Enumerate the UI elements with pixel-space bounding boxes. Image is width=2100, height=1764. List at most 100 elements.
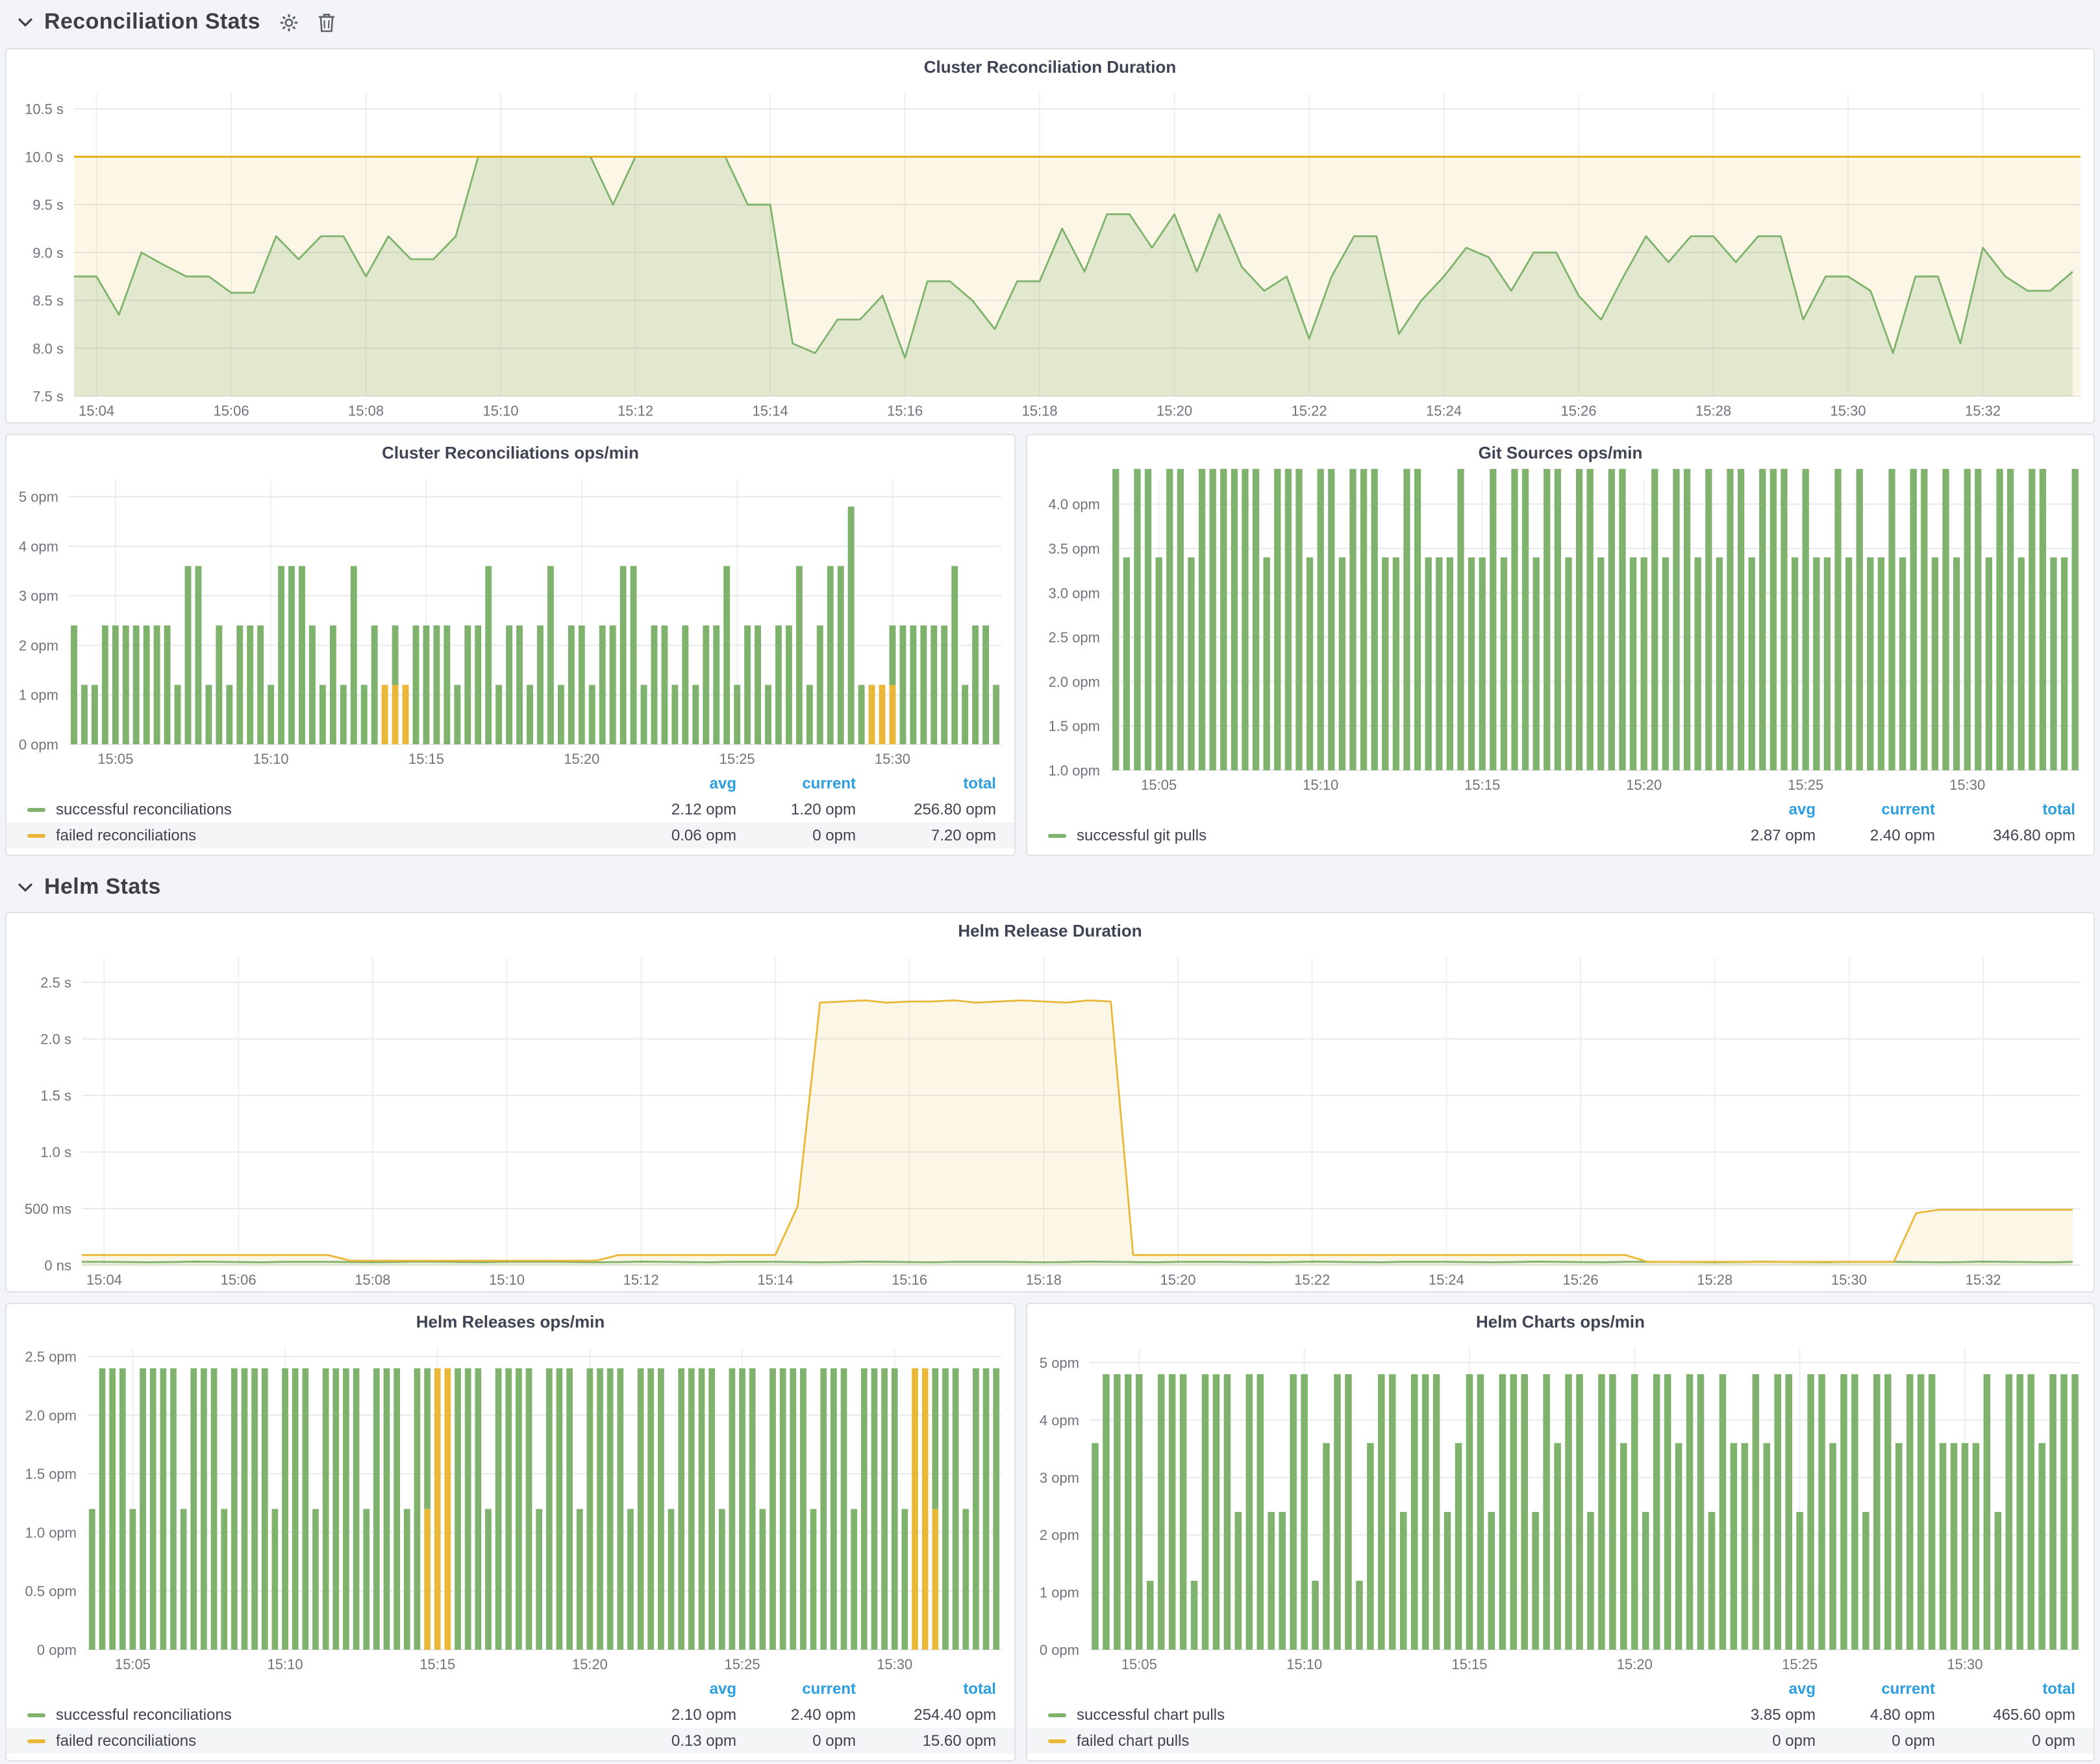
section-header-helm-stats[interactable]: Helm Stats (18, 873, 161, 901)
legend-col-avg[interactable]: avg (622, 1680, 736, 1698)
cluster-reconciliation-duration-chart[interactable]: 7.5 s8.0 s8.5 s9.0 s9.5 s10.0 s10.5 s15:… (6, 83, 2094, 422)
git-sources-opm-chart[interactable]: 1.0 opm1.5 opm2.0 opm2.5 opm3.0 opm3.5 o… (1027, 469, 2094, 796)
panel-title[interactable]: Helm Release Duration (6, 913, 2094, 947)
svg-text:15:16: 15:16 (887, 403, 923, 419)
svg-text:15:30: 15:30 (877, 1656, 912, 1672)
svg-text:9.0 s: 9.0 s (32, 245, 64, 261)
legend: avg current total successful git pulls 2… (1027, 796, 2094, 855)
legend-avg-value: 3.85 opm (1701, 1706, 1816, 1724)
legend-current-value: 1.20 opm (736, 800, 856, 818)
svg-text:2.5 opm: 2.5 opm (1049, 629, 1101, 646)
svg-text:15:15: 15:15 (1451, 1656, 1487, 1672)
svg-text:15:18: 15:18 (1022, 403, 1058, 419)
legend: avg current total successful reconciliat… (6, 770, 1014, 855)
legend-row: successful reconciliations 2.12 opm 1.20… (6, 796, 1014, 822)
legend-avg-value: 0 opm (1701, 1732, 1816, 1750)
svg-text:4 opm: 4 opm (19, 538, 58, 555)
series-color-dash (27, 833, 45, 837)
svg-text:1.0 s: 1.0 s (40, 1144, 71, 1161)
legend: avg current total successful chart pulls… (1027, 1676, 2094, 1760)
legend-col-avg[interactable]: avg (1701, 1680, 1816, 1698)
legend-row: failed reconciliations 0.13 opm 0 opm 15… (6, 1728, 1014, 1754)
trash-icon[interactable] (319, 12, 336, 32)
legend-total-value: 15.60 opm (856, 1732, 996, 1750)
cluster-reconciliations-opm-chart[interactable]: 0 opm1 opm2 opm3 opm4 opm5 opm15:0515:10… (6, 469, 1014, 770)
panel-title[interactable]: Cluster Reconciliation Duration (6, 49, 2094, 83)
legend-series-toggle[interactable]: failed chart pulls (1048, 1732, 1701, 1750)
svg-text:2.0 opm: 2.0 opm (1049, 674, 1101, 690)
svg-text:15:04: 15:04 (79, 403, 114, 419)
legend-col-current[interactable]: current (1816, 800, 1935, 818)
svg-text:15:20: 15:20 (1156, 403, 1192, 419)
legend-current-value: 2.40 opm (1816, 826, 1935, 844)
svg-text:3 opm: 3 opm (1040, 1470, 1079, 1486)
legend-col-total[interactable]: total (856, 1680, 996, 1698)
legend-series-label: failed chart pulls (1077, 1732, 1189, 1750)
legend-series-label: successful chart pulls (1077, 1706, 1225, 1724)
section-header-reconciliation-stats[interactable]: Reconciliation Stats (18, 8, 336, 36)
svg-text:15:05: 15:05 (115, 1656, 151, 1672)
helm-releases-opm-chart[interactable]: 0 opm0.5 opm1.0 opm1.5 opm2.0 opm2.5 opm… (6, 1338, 1014, 1676)
series-color-dash (1048, 1713, 1066, 1717)
legend-current-value: 0 opm (1816, 1732, 1935, 1750)
panel-title[interactable]: Helm Releases ops/min (6, 1304, 1014, 1338)
legend-col-total[interactable]: total (1935, 1680, 2075, 1698)
svg-text:15:12: 15:12 (618, 403, 653, 419)
svg-text:3 opm: 3 opm (19, 588, 58, 604)
svg-text:7.5 s: 7.5 s (32, 388, 64, 405)
svg-text:2.0 s: 2.0 s (40, 1031, 71, 1047)
series-color-dash (27, 1713, 45, 1717)
svg-text:15:24: 15:24 (1426, 403, 1462, 419)
svg-text:15:10: 15:10 (483, 403, 519, 419)
legend-current-value: 2.40 opm (736, 1706, 856, 1724)
svg-text:1 opm: 1 opm (19, 687, 58, 703)
legend-header: avg current total (1027, 799, 2094, 822)
svg-text:4 opm: 4 opm (1040, 1412, 1079, 1428)
svg-text:15:15: 15:15 (408, 751, 444, 767)
svg-text:0 opm: 0 opm (37, 1642, 77, 1658)
helm-release-duration-chart[interactable]: 0 ns500 ms1.0 s1.5 s2.0 s2.5 s15:0415:06… (6, 947, 2094, 1291)
legend-col-current[interactable]: current (736, 1680, 856, 1698)
svg-text:15:04: 15:04 (86, 1272, 122, 1288)
legend-series-toggle[interactable]: successful reconciliations (27, 800, 622, 818)
legend-series-label: failed reconciliations (56, 826, 196, 844)
legend-col-total[interactable]: total (1935, 800, 2075, 818)
section-title: Reconciliation Stats (44, 9, 260, 35)
legend-series-toggle[interactable]: successful git pulls (1048, 826, 1701, 844)
svg-text:15:06: 15:06 (221, 1272, 256, 1288)
svg-text:15:25: 15:25 (725, 1656, 760, 1672)
legend-col-current[interactable]: current (1816, 1680, 1935, 1698)
legend-series-toggle[interactable]: failed reconciliations (27, 1732, 622, 1750)
svg-text:15:20: 15:20 (564, 751, 599, 767)
svg-text:15:25: 15:25 (1782, 1656, 1818, 1672)
panel-helm-releases-opm: Helm Releases ops/min 0 opm0.5 opm1.0 op… (5, 1303, 1016, 1761)
legend-series-toggle[interactable]: successful reconciliations (27, 1706, 622, 1724)
svg-text:1.0 opm: 1.0 opm (25, 1524, 77, 1541)
svg-text:15:16: 15:16 (892, 1272, 927, 1288)
svg-text:15:10: 15:10 (268, 1656, 303, 1672)
svg-text:15:28: 15:28 (1695, 403, 1731, 419)
panel-title[interactable]: Helm Charts ops/min (1027, 1304, 2094, 1338)
legend-avg-value: 2.87 opm (1701, 826, 1816, 844)
svg-text:15:20: 15:20 (1626, 777, 1662, 793)
legend-col-total[interactable]: total (856, 774, 996, 792)
svg-text:8.0 s: 8.0 s (32, 340, 64, 357)
legend-series-toggle[interactable]: successful chart pulls (1048, 1706, 1701, 1724)
svg-text:15:25: 15:25 (1788, 777, 1823, 793)
svg-text:9.5 s: 9.5 s (32, 197, 64, 213)
legend-col-avg[interactable]: avg (1701, 800, 1816, 818)
svg-text:5 opm: 5 opm (1040, 1355, 1079, 1371)
legend-total-value: 7.20 opm (856, 826, 996, 844)
legend-header: avg current total (1027, 1678, 2094, 1702)
helm-charts-opm-chart[interactable]: 0 opm1 opm2 opm3 opm4 opm5 opm15:0515:10… (1027, 1338, 2094, 1676)
legend-col-current[interactable]: current (736, 774, 856, 792)
gear-icon[interactable] (280, 12, 299, 32)
svg-text:0 opm: 0 opm (19, 737, 58, 753)
svg-text:10.0 s: 10.0 s (25, 149, 64, 165)
panel-title[interactable]: Cluster Reconciliations ops/min (6, 435, 1014, 469)
legend-series-label: successful reconciliations (56, 800, 232, 818)
legend-series-toggle[interactable]: failed reconciliations (27, 826, 622, 844)
panel-title[interactable]: Git Sources ops/min (1027, 435, 2094, 469)
legend-col-avg[interactable]: avg (622, 774, 736, 792)
series-color-dash (1048, 833, 1066, 837)
